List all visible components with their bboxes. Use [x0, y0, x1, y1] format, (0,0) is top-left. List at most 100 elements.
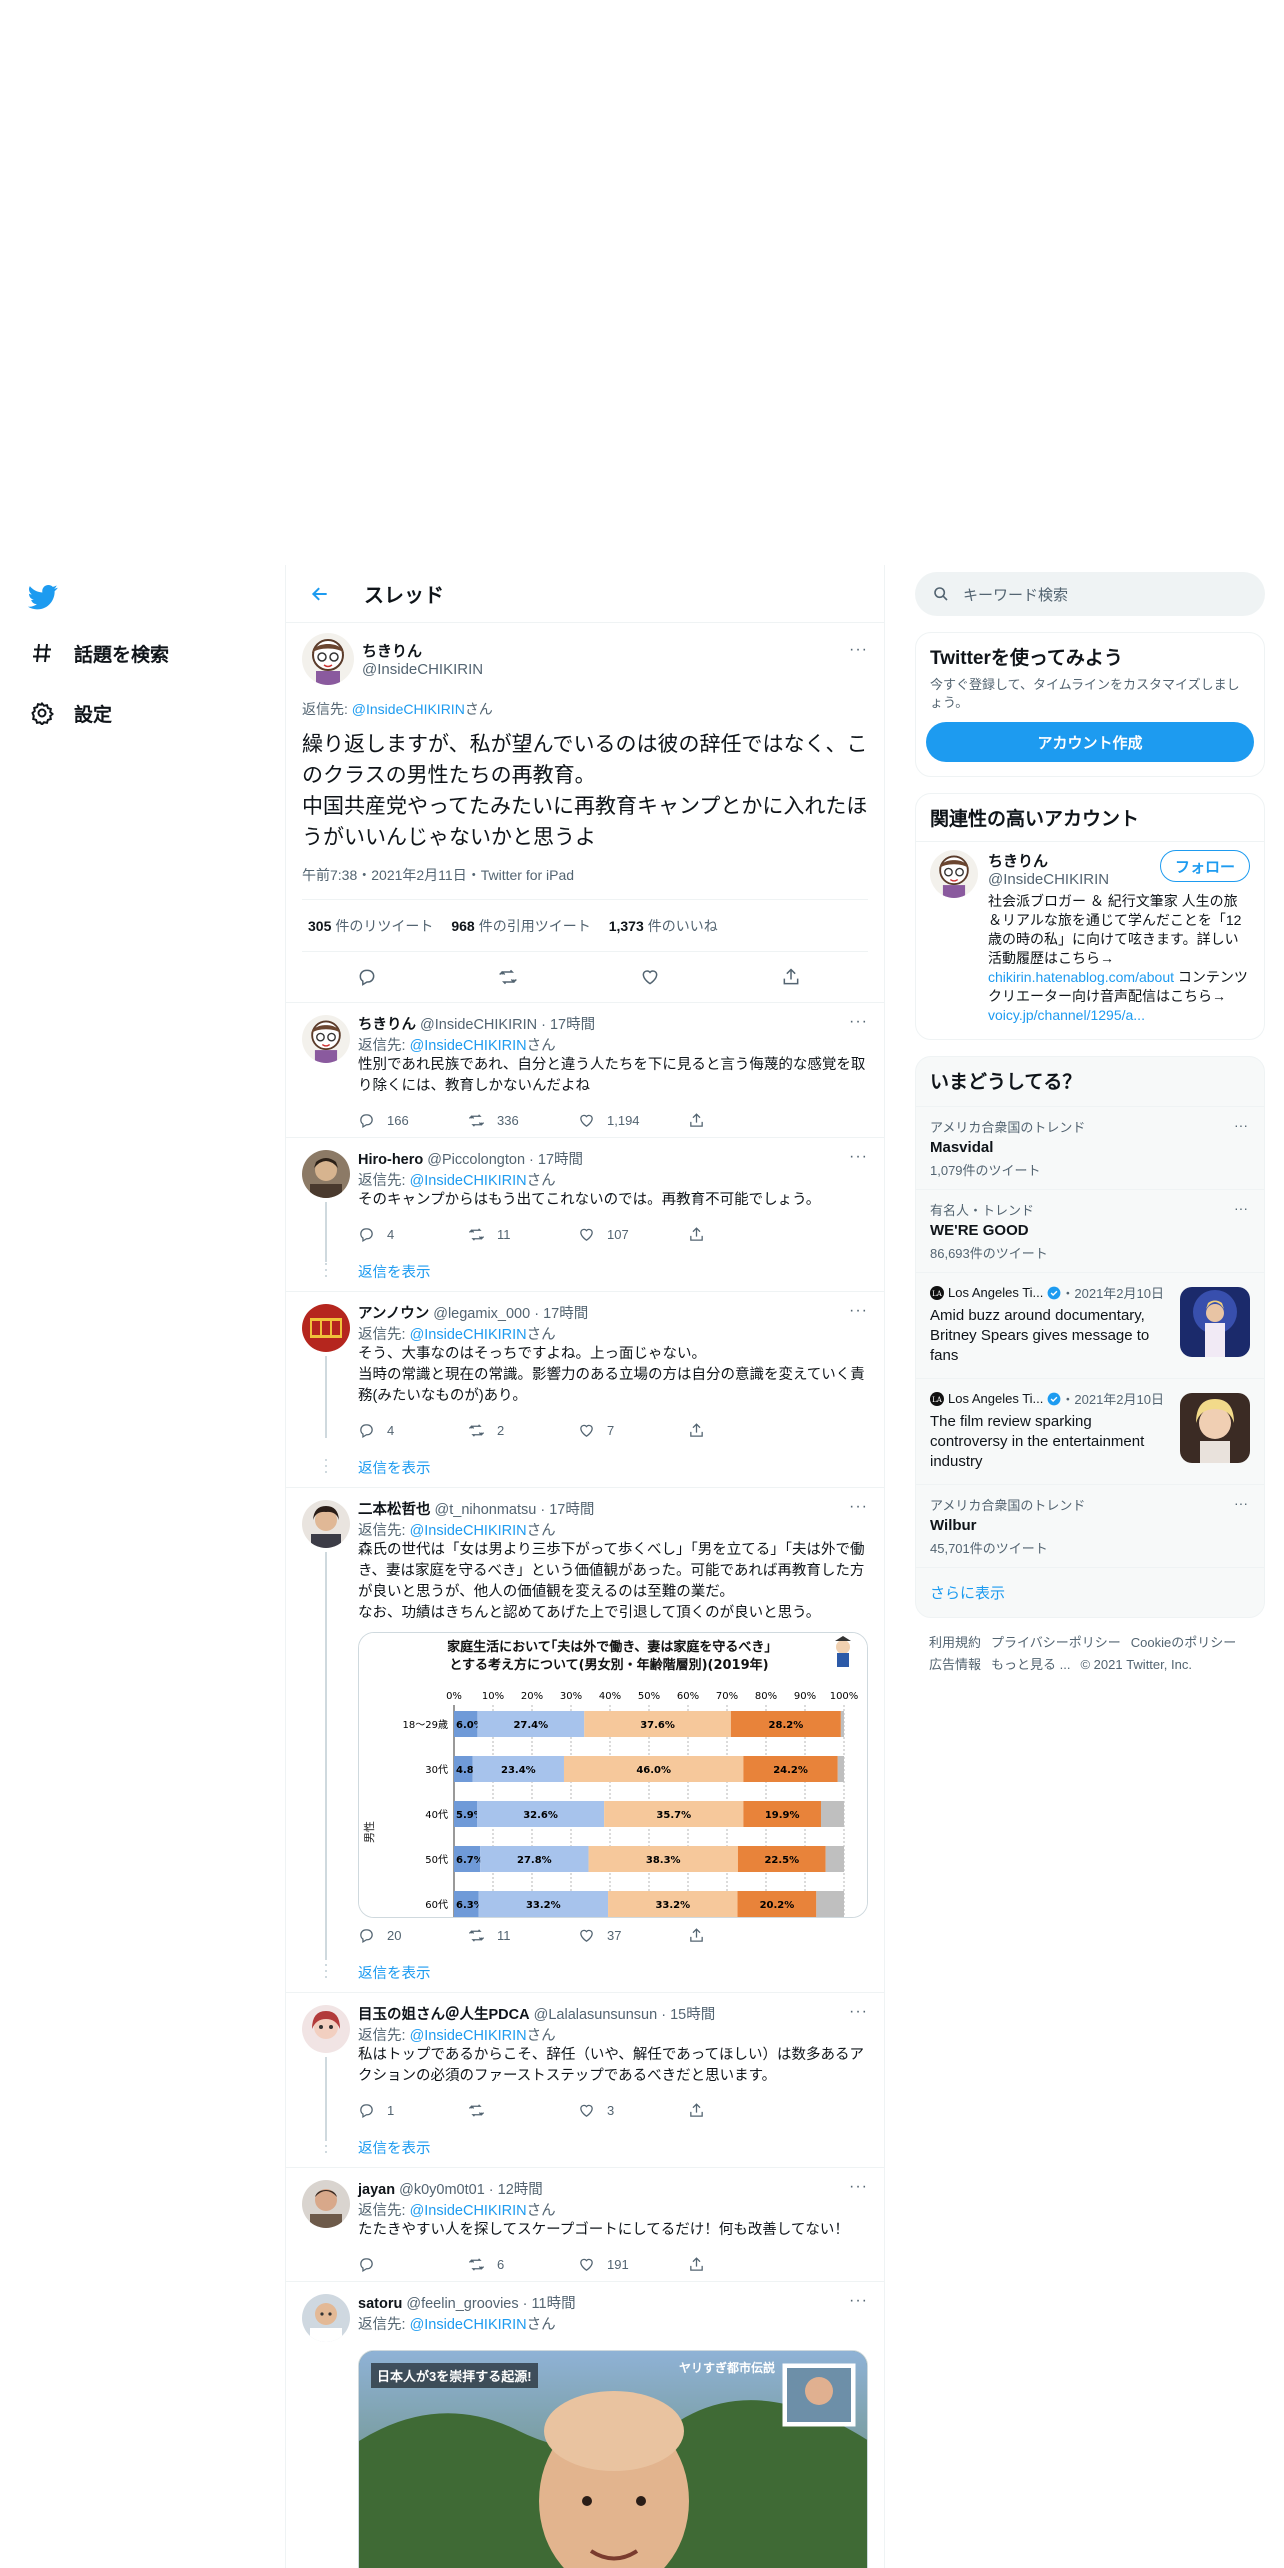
like-button[interactable]: 1,194	[578, 1112, 678, 1129]
reply-tweet[interactable]: ··· アンノウン @legamix_000 · 17時間 返信先: @Insi…	[286, 1292, 884, 1488]
more-options-icon[interactable]: ···	[1234, 1200, 1248, 1216]
more-options-icon[interactable]: ···	[1234, 1495, 1248, 1511]
retweet-button[interactable]	[498, 967, 530, 987]
more-options-icon[interactable]: ···	[849, 1302, 868, 1320]
quote-count[interactable]: 968 件の引用ツイート	[451, 916, 590, 936]
retweet-button[interactable]	[468, 2102, 568, 2119]
avatar[interactable]	[302, 1150, 350, 1198]
footer-ads-link[interactable]: 広告情報	[929, 1657, 981, 1672]
reply-mention-link[interactable]: @InsideCHIKIRIN	[352, 701, 465, 717]
show-replies-link[interactable]: 返信を表示	[358, 1251, 868, 1291]
reply-tweet[interactable]: ··· 目玉の姐さん＠人生PDCA @Lalalasunsunsun · 15時…	[286, 1993, 884, 2168]
tweet-video[interactable]: 日本人が3を崇拝する起源! ヤリすぎ都市伝説	[358, 2350, 868, 2568]
trend-item[interactable]: アメリカ合衆国のトレンド Wilbur 45,701件のツイート ···	[916, 1484, 1264, 1567]
account-name[interactable]: ちきりん	[988, 850, 1109, 871]
author-name[interactable]: ちきりん	[358, 1017, 416, 1033]
reply-tweet[interactable]: ··· jayan @k0y0m0t01 · 12時間 返信先: @Inside…	[286, 2168, 884, 2282]
reply-button[interactable]	[358, 2256, 458, 2273]
search-box[interactable]: キーワード検索	[915, 572, 1265, 616]
retweet-button[interactable]: 336	[468, 1112, 568, 1129]
tweet-time[interactable]: 17時間	[549, 1502, 594, 1518]
reply-tweet[interactable]: ··· 二本松哲也 @t_nihonmatsu · 17時間 返信先: @Ins…	[286, 1488, 884, 1993]
share-button[interactable]	[781, 967, 813, 987]
avatar[interactable]	[930, 850, 978, 898]
more-options-icon[interactable]: ···	[849, 1013, 868, 1031]
share-button[interactable]	[688, 1226, 788, 1243]
footer-more-link[interactable]: もっと見る ...	[991, 1657, 1070, 1672]
avatar[interactable]	[302, 2180, 350, 2228]
author-name[interactable]: Hiro-hero	[358, 1152, 423, 1168]
author-name[interactable]: アンノウン	[358, 1306, 429, 1322]
more-options-icon[interactable]: ···	[849, 2178, 868, 2196]
reply-mention-link[interactable]: @InsideCHIKIRIN	[410, 2317, 527, 2333]
avatar[interactable]	[302, 2294, 350, 2342]
trend-item[interactable]: アメリカ合衆国のトレンド Masvidal 1,079件のツイート ···	[916, 1106, 1264, 1189]
author-name[interactable]: 二本松哲也	[358, 1502, 431, 1518]
author-handle[interactable]: @InsideCHIKIRIN	[362, 661, 483, 678]
account-handle[interactable]: @InsideCHIKIRIN	[988, 871, 1109, 888]
like-button[interactable]: 191	[578, 2256, 678, 2273]
reply-button[interactable]: 20	[358, 1927, 458, 1944]
share-button[interactable]	[688, 2102, 788, 2119]
reply-button[interactable]: 4	[358, 1422, 458, 1439]
author-handle[interactable]: @t_nihonmatsu	[435, 1502, 537, 1518]
news-item[interactable]: LA Los Angeles Ti... ・2021年2月10日 Amid bu…	[916, 1272, 1264, 1378]
reply-mention-link[interactable]: @InsideCHIKIRIN	[410, 1523, 527, 1539]
reply-mention-link[interactable]: @InsideCHIKIRIN	[410, 1038, 527, 1054]
more-options-icon[interactable]: ···	[1234, 1117, 1248, 1133]
avatar[interactable]	[302, 1500, 350, 1548]
reply-mention-link[interactable]: @InsideCHIKIRIN	[410, 2203, 527, 2219]
share-button[interactable]	[688, 1422, 788, 1439]
like-button[interactable]	[640, 967, 672, 987]
create-account-button[interactable]: アカウント作成	[926, 722, 1254, 762]
tweet-time[interactable]: 17時間	[543, 1306, 588, 1322]
share-button[interactable]	[688, 2256, 788, 2273]
reply-tweet[interactable]: ··· satoru @feelin_groovies · 11時間 返信先: …	[286, 2282, 884, 2568]
reply-tweet[interactable]: ··· Hiro-hero @Piccolongton · 17時間 返信先: …	[286, 1138, 884, 1292]
more-options-icon[interactable]: ···	[849, 1148, 868, 1166]
author-handle[interactable]: @legamix_000	[433, 1306, 530, 1322]
like-count[interactable]: 1,373 件のいいね	[609, 916, 718, 936]
author-name[interactable]: 目玉の姐さん＠人生PDCA	[358, 2007, 530, 2023]
reply-button[interactable]: 1	[358, 2102, 458, 2119]
footer-privacy-link[interactable]: プライバシーポリシー	[991, 1635, 1121, 1650]
reply-mention-link[interactable]: @InsideCHIKIRIN	[410, 2028, 527, 2044]
tweet-time[interactable]: 17時間	[538, 1152, 583, 1168]
retweet-button[interactable]: 11	[468, 1226, 568, 1243]
author-handle[interactable]: @Lalalasunsunsun	[534, 2007, 658, 2023]
trend-item[interactable]: 有名人・トレンド WE'RE GOOD 86,693件のツイート ···	[916, 1189, 1264, 1272]
retweet-button[interactable]: 6	[468, 2256, 568, 2273]
follow-button[interactable]: フォロー	[1159, 850, 1250, 882]
show-replies-link[interactable]: 返信を表示	[358, 1447, 868, 1487]
twitter-logo-icon[interactable]	[27, 582, 64, 618]
avatar[interactable]	[302, 633, 354, 685]
nav-explore[interactable]: 話題を検索	[28, 633, 169, 673]
nav-settings[interactable]: 設定	[28, 693, 112, 733]
tweet-time[interactable]: 15時間	[670, 2007, 715, 2023]
tweet-image-chart[interactable]: 家庭生活において｢夫は外で働き、妻は家庭を守るべき｣ とする考え方について(男女…	[358, 1632, 868, 1918]
tweet-time[interactable]: 17時間	[550, 1017, 595, 1033]
more-options-icon[interactable]: ···	[849, 2003, 868, 2021]
reply-button[interactable]: 166	[358, 1112, 458, 1129]
news-item[interactable]: LA Los Angeles Ti... ・2021年2月10日 The fil…	[916, 1378, 1264, 1484]
more-options-icon[interactable]: ···	[849, 1498, 868, 1516]
bio-link[interactable]: chikirin.hatenablog.com/about	[988, 969, 1174, 985]
author-handle[interactable]: @k0y0m0t01	[399, 2182, 485, 2198]
avatar[interactable]	[302, 1015, 350, 1063]
back-arrow-icon[interactable]	[306, 580, 334, 608]
like-button[interactable]: 37	[578, 1927, 678, 1944]
retweet-count[interactable]: 305 件のリツイート	[308, 916, 433, 936]
bio-link[interactable]: voicy.jp/channel/1295/a...	[988, 1007, 1145, 1023]
footer-cookie-link[interactable]: Cookieのポリシー	[1131, 1635, 1236, 1650]
footer-terms-link[interactable]: 利用規約	[929, 1635, 981, 1650]
tweet-timestamp[interactable]: 午前7:38・2021年2月11日・Twitter for iPad	[302, 865, 868, 900]
reply-button[interactable]	[357, 967, 389, 987]
more-options-icon[interactable]: ···	[849, 641, 868, 659]
tweet-time[interactable]: 11時間	[532, 2296, 576, 2312]
author-handle[interactable]: @InsideCHIKIRIN	[420, 1017, 537, 1033]
avatar[interactable]	[302, 2005, 350, 2053]
reply-mention-link[interactable]: @InsideCHIKIRIN	[410, 1327, 527, 1343]
reply-mention-link[interactable]: @InsideCHIKIRIN	[410, 1173, 527, 1189]
reply-tweet[interactable]: ··· ちきりん @InsideCHIKIRIN · 17時間 返信先: @In…	[286, 1003, 884, 1138]
like-button[interactable]: 3	[578, 2102, 678, 2119]
